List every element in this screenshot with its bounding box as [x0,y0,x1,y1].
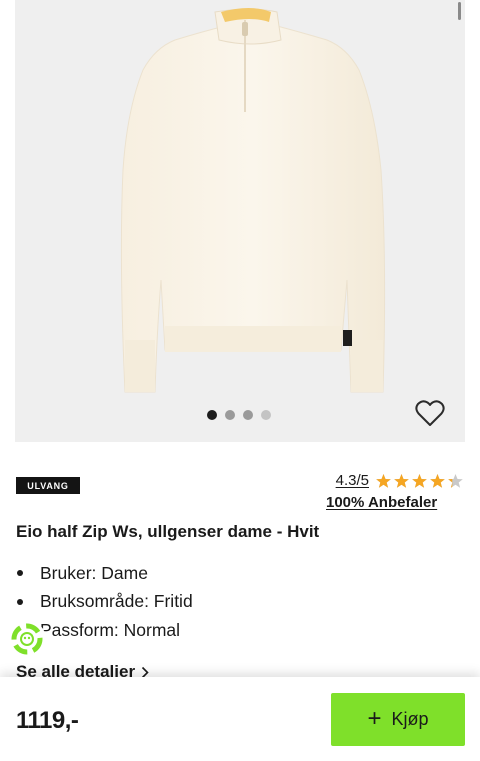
product-image-gallery[interactable] [15,0,465,442]
star-icon [448,473,463,488]
plus-icon: + [367,704,382,732]
bullet-icon [17,598,23,605]
spec-item: Bruksområde: Fritid [16,588,193,617]
gallery-dot-3[interactable] [243,410,253,420]
product-rating[interactable]: 4.3/5 [336,472,464,489]
gallery-pagination [207,410,271,420]
spec-text: Bruksområde: Fritid [40,591,193,612]
product-image [120,8,386,393]
scrollbar-thumb[interactable] [458,2,461,20]
brand-logo[interactable]: ULVANG [16,477,80,494]
product-price: 1119,- [16,707,79,734]
rating-value[interactable]: 4.3/5 [336,472,369,489]
chat-icon [11,623,43,655]
heart-icon [415,400,445,426]
buy-button-label: Kjøp [391,709,429,729]
bullet-icon [17,570,23,577]
spec-text: Passform: Normal [40,619,181,640]
rating-stars [375,473,464,489]
recommend-percentage[interactable]: 100% Anbefaler [326,494,437,511]
product-title: Eio half Zip Ws, ullgenser dame - Hvit [16,522,320,541]
spec-item: Bruker: Dame [16,559,193,588]
star-icon [376,473,391,488]
favorite-button[interactable] [413,396,447,430]
spec-text: Bruker: Dame [40,562,148,583]
chat-support-button[interactable] [8,620,46,658]
star-icon [412,473,427,488]
gallery-dot-1[interactable] [207,410,217,420]
gallery-dot-2[interactable] [225,410,235,420]
star-icon [430,473,445,488]
purchase-bar: 1119,- + Kjøp [0,677,480,761]
buy-button[interactable]: + Kjøp [331,693,465,746]
gallery-dot-4[interactable] [261,410,271,420]
star-icon [394,473,409,488]
